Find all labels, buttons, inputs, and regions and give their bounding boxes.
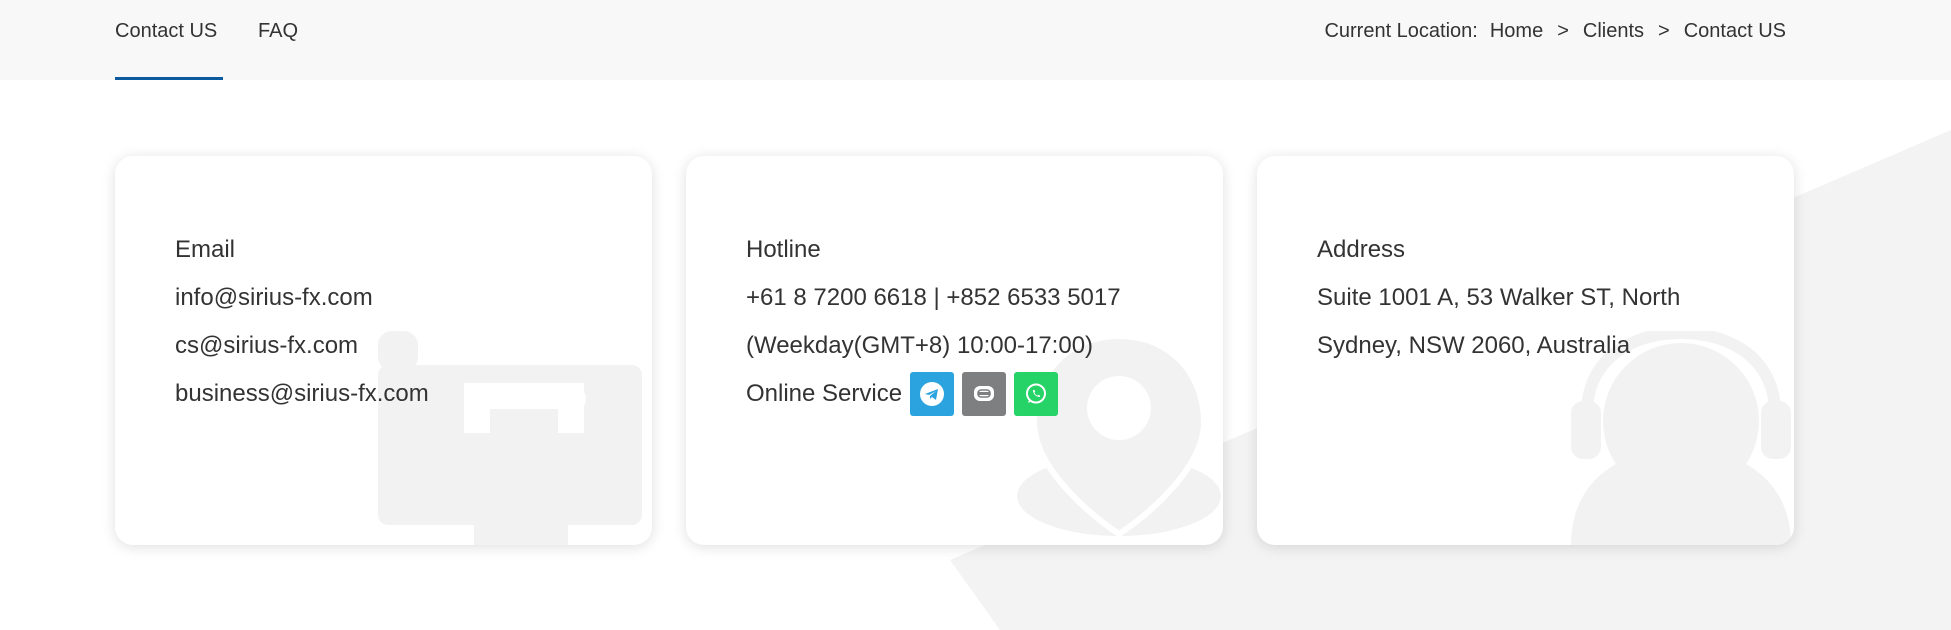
telegram-icon bbox=[920, 382, 945, 406]
hotline-title: Hotline bbox=[746, 236, 821, 263]
breadcrumb-home[interactable]: Home bbox=[1490, 20, 1543, 43]
whatsapp-button[interactable] bbox=[1014, 372, 1059, 416]
top-nav-bar: Contact US FAQ Current Location: Home > … bbox=[0, 0, 1951, 80]
hotline-card-content: Hotline +61 8 7200 6618 | +852 6533 5017… bbox=[746, 226, 1203, 418]
breadcrumb-separator: > bbox=[1557, 20, 1569, 42]
contact-page: Contact US FAQ Current Location: Home > … bbox=[0, 0, 1951, 630]
email-title: Email bbox=[175, 236, 236, 263]
breadcrumb-prefix: Current Location: bbox=[1324, 20, 1478, 42]
line-icon bbox=[974, 386, 995, 401]
email-card-content: Email info@sirius-fx.com cs@sirius-fx.co… bbox=[175, 226, 632, 418]
email-card: Email info@sirius-fx.com cs@sirius-fx.co… bbox=[115, 156, 652, 545]
address-card: Address Suite 1001 A, 53 Walker ST, Nort… bbox=[1257, 156, 1794, 545]
whatsapp-icon bbox=[1026, 383, 1047, 404]
telegram-button[interactable] bbox=[910, 372, 955, 416]
email-info-link[interactable]: info@sirius-fx.com bbox=[175, 274, 632, 322]
hotline-hours: (Weekday(GMT+8) 10:00-17:00) bbox=[746, 332, 1094, 359]
breadcrumb-separator: > bbox=[1658, 20, 1670, 42]
breadcrumb-contact-us[interactable]: Contact US bbox=[1684, 20, 1786, 43]
address-title: Address bbox=[1317, 236, 1406, 263]
online-service-row: Online Service bbox=[746, 370, 1203, 418]
hotline-phones[interactable]: +61 8 7200 6618 | +852 6533 5017 bbox=[746, 274, 1203, 322]
tab-faq[interactable]: FAQ bbox=[258, 20, 298, 43]
address-line-1: Suite 1001 A, 53 Walker ST, North bbox=[1317, 284, 1681, 311]
breadcrumb: Current Location: Home > Clients > Conta… bbox=[1324, 20, 1786, 43]
address-line-2: Sydney, NSW 2060, Australia bbox=[1317, 332, 1631, 359]
address-card-content: Address Suite 1001 A, 53 Walker ST, Nort… bbox=[1317, 226, 1774, 370]
email-business-link[interactable]: business@sirius-fx.com bbox=[175, 370, 632, 418]
online-service-label: Online Service bbox=[746, 380, 903, 407]
active-tab-indicator bbox=[115, 77, 223, 80]
hotline-card: Hotline +61 8 7200 6618 | +852 6533 5017… bbox=[686, 156, 1223, 545]
email-cs-link[interactable]: cs@sirius-fx.com bbox=[175, 322, 632, 370]
breadcrumb-clients[interactable]: Clients bbox=[1583, 20, 1644, 43]
line-button[interactable] bbox=[962, 372, 1007, 416]
tab-contact-us[interactable]: Contact US bbox=[115, 20, 217, 43]
